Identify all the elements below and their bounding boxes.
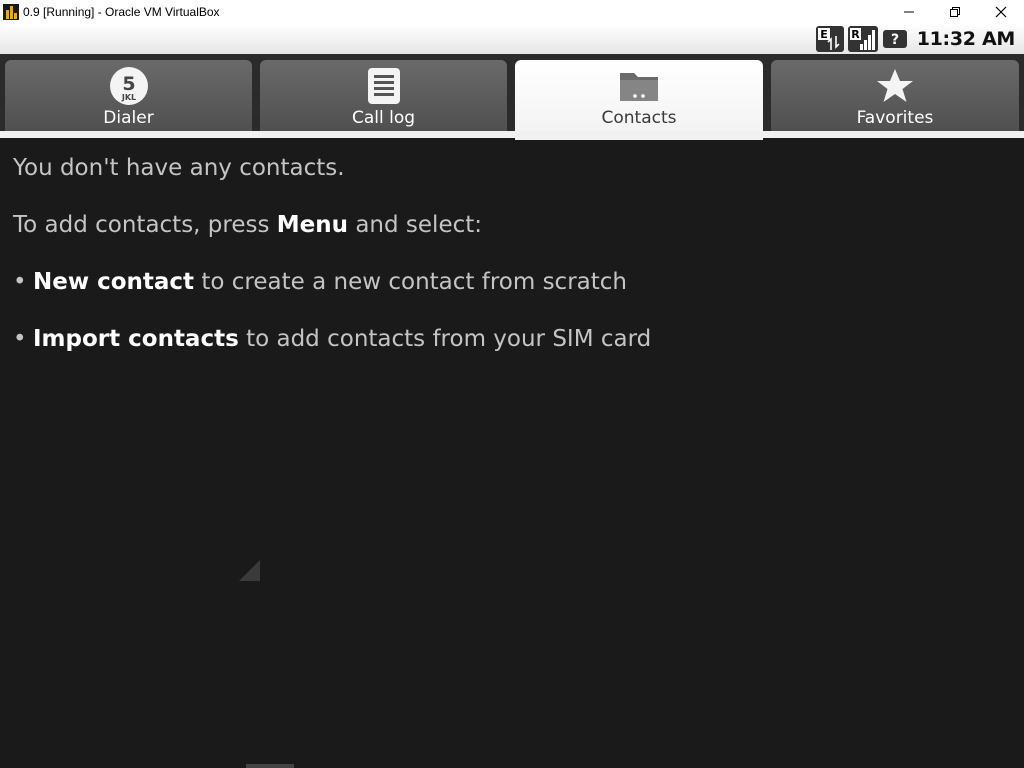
star-icon [876, 66, 914, 106]
svg-text:5: 5 [122, 73, 135, 95]
contacts-folder-icon [618, 66, 660, 106]
tab-dialer[interactable]: 5 JKL Dialer [5, 60, 252, 133]
option-import-contacts: • Import contacts to add contacts from yo… [13, 321, 1013, 378]
bullet: • [13, 326, 27, 352]
window-title: 0.9 [Running] - Oracle VM VirtualBox [23, 5, 220, 19]
window-titlebar: 0.9 [Running] - Oracle VM VirtualBox [0, 0, 1024, 24]
bottom-edge-handle [246, 764, 294, 768]
tab-favorites-label: Favorites [856, 108, 934, 128]
dialer-5jkl-icon: 5 JKL [109, 66, 149, 106]
instruction-prefix: To add contacts, press [13, 212, 277, 238]
instruction-line: To add contacts, press Menu and select: [13, 207, 1013, 264]
no-sim-icon: ? [882, 30, 907, 48]
close-button[interactable] [978, 0, 1024, 24]
contacts-empty-view: You don't have any contacts. To add cont… [13, 150, 1013, 378]
minimize-icon [904, 11, 914, 13]
menu-keyword: Menu [276, 212, 349, 238]
close-icon [995, 6, 1007, 18]
tab-call-log[interactable]: Call log [260, 60, 507, 133]
call-log-icon [367, 66, 401, 106]
restore-button[interactable] [932, 0, 978, 24]
roaming-signal-icon: R [847, 26, 878, 52]
android-status-bar: E R ? 11:32 AM [0, 24, 1024, 54]
edge-data-icon: E [815, 26, 844, 52]
tab-dialer-label: Dialer [103, 108, 154, 128]
tab-contacts-label: Contacts [601, 108, 677, 128]
restore-icon [950, 7, 960, 17]
bullet: • [13, 269, 27, 295]
svg-text:?: ? [891, 32, 899, 48]
import-contacts-keyword: Import contacts [33, 326, 239, 352]
empty-message: You don't have any contacts. [13, 155, 345, 181]
new-contact-description: to create a new contact from scratch [194, 269, 627, 295]
mouse-pointer-icon [239, 560, 260, 581]
import-contacts-description: to add contacts from your SIM card [238, 326, 652, 352]
virtualbox-app-icon [3, 4, 19, 20]
tab-bar: 5 JKL Dialer Call log Contacts Favorites [0, 54, 1024, 140]
svg-text:R: R [851, 28, 860, 41]
window-controls [886, 0, 1024, 24]
tab-contacts[interactable]: Contacts [515, 60, 763, 140]
new-contact-keyword: New contact [33, 269, 195, 295]
svg-text:JKL: JKL [120, 93, 135, 102]
tab-call-log-label: Call log [351, 108, 416, 128]
status-icons: E R ? 11:32 AM [815, 24, 1016, 54]
instruction-suffix: and select: [348, 212, 483, 238]
tab-favorites[interactable]: Favorites [771, 60, 1019, 133]
status-clock: 11:32 AM [916, 28, 1016, 50]
svg-text:E: E [820, 28, 828, 41]
option-new-contact: • New contact to create a new contact fro… [13, 264, 1013, 321]
minimize-button[interactable] [886, 0, 932, 24]
tab-indicator-strip [0, 131, 1024, 138]
